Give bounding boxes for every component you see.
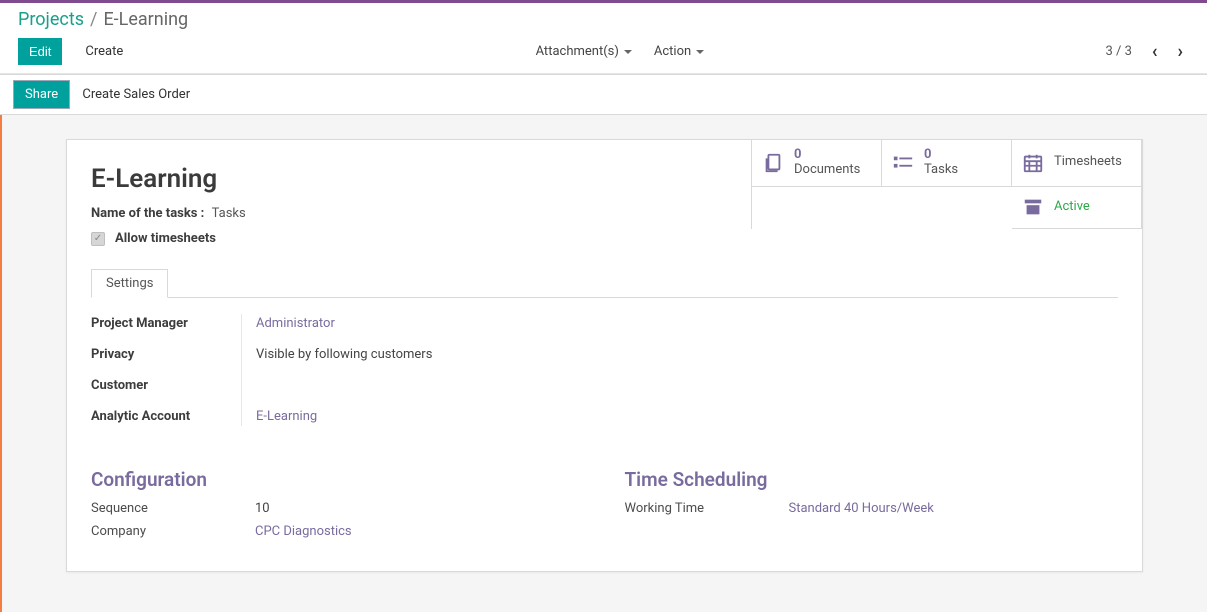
caret-down-icon bbox=[624, 50, 632, 54]
tasks-name-value: Tasks bbox=[212, 206, 246, 221]
stat-timesheets-label: Timesheets bbox=[1054, 155, 1122, 170]
project-manager-label: Project Manager bbox=[91, 312, 241, 335]
customer-value bbox=[255, 374, 571, 397]
tasks-icon bbox=[892, 154, 914, 172]
status-bar: Share Create Sales Order bbox=[0, 74, 1207, 115]
analytic-account-label: Analytic Account bbox=[91, 405, 241, 428]
control-bar: Edit Create Attachment(s) Action 3 / 3 ‹… bbox=[0, 34, 1207, 74]
customer-label: Customer bbox=[91, 374, 241, 397]
bottom-sections: Configuration Sequence 10 Company CPC Di… bbox=[91, 428, 1118, 539]
pager-text: 3 / 3 bbox=[1105, 44, 1131, 59]
privacy-value: Visible by following customers bbox=[255, 343, 571, 366]
settings-grid: Project Manager Administrator Privacy Vi… bbox=[91, 312, 571, 428]
caret-down-icon bbox=[696, 50, 704, 54]
breadcrumb-root[interactable]: Projects bbox=[18, 9, 84, 30]
company-value[interactable]: CPC Diagnostics bbox=[255, 524, 585, 539]
tab-settings[interactable]: Settings bbox=[91, 269, 168, 298]
working-time-label: Working Time bbox=[625, 501, 775, 516]
breadcrumb-bar: Projects / E-Learning bbox=[0, 3, 1207, 34]
create-button[interactable]: Create bbox=[74, 38, 134, 65]
stat-documents-label: Documents bbox=[794, 163, 860, 178]
edit-button[interactable]: Edit bbox=[18, 38, 62, 65]
stat-buttons: 0 Documents 0 Tasks Timesheets bbox=[751, 140, 1142, 229]
pager-next[interactable]: › bbox=[1172, 41, 1189, 62]
sequence-value: 10 bbox=[255, 501, 585, 516]
configuration-section: Configuration Sequence 10 Company CPC Di… bbox=[91, 428, 585, 539]
breadcrumb: Projects / E-Learning bbox=[18, 9, 1189, 34]
breadcrumb-sep: / bbox=[90, 9, 97, 30]
time-scheduling-section: Time Scheduling Working Time Standard 40… bbox=[625, 428, 1119, 539]
project-manager-value[interactable]: Administrator bbox=[255, 312, 571, 335]
stat-tasks-count: 0 bbox=[924, 148, 958, 163]
tabs: Settings bbox=[91, 268, 1118, 298]
privacy-label: Privacy bbox=[91, 343, 241, 366]
action-label: Action bbox=[654, 44, 691, 59]
attachments-label: Attachment(s) bbox=[536, 44, 619, 59]
create-sales-order-button[interactable]: Create Sales Order bbox=[72, 82, 200, 107]
allow-timesheets-label: Allow timesheets bbox=[115, 231, 216, 246]
stat-tasks[interactable]: 0 Tasks bbox=[882, 140, 1012, 187]
sequence-label: Sequence bbox=[91, 501, 241, 516]
stat-documents-count: 0 bbox=[794, 148, 860, 163]
stat-active[interactable]: Active bbox=[1012, 187, 1142, 229]
breadcrumb-current: E-Learning bbox=[103, 9, 188, 30]
archive-icon bbox=[1022, 197, 1044, 217]
allow-timesheets-row: ✓ Allow timesheets bbox=[91, 231, 1118, 246]
calendar-icon bbox=[1022, 152, 1044, 174]
stat-tasks-label: Tasks bbox=[924, 163, 958, 178]
stat-active-label: Active bbox=[1054, 200, 1090, 215]
pager-prev[interactable]: ‹ bbox=[1146, 41, 1164, 62]
action-dropdown[interactable]: Action bbox=[654, 44, 704, 59]
control-center: Attachment(s) Action bbox=[536, 44, 705, 59]
company-label: Company bbox=[91, 524, 241, 539]
time-scheduling-heading: Time Scheduling bbox=[625, 468, 1119, 491]
stat-documents[interactable]: 0 Documents bbox=[752, 140, 882, 187]
tasks-name-label: Name of the tasks : bbox=[91, 206, 204, 221]
analytic-account-value[interactable]: E-Learning bbox=[255, 405, 571, 428]
control-right: 3 / 3 ‹ › bbox=[1105, 41, 1189, 62]
form-sheet: 0 Documents 0 Tasks Timesheets bbox=[66, 139, 1143, 572]
checkbox-icon[interactable]: ✓ bbox=[91, 232, 105, 246]
attachments-dropdown[interactable]: Attachment(s) bbox=[536, 44, 632, 59]
working-time-value[interactable]: Standard 40 Hours/Week bbox=[789, 501, 1119, 516]
configuration-heading: Configuration bbox=[91, 468, 585, 491]
stat-timesheets[interactable]: Timesheets bbox=[1012, 140, 1142, 187]
documents-icon bbox=[762, 152, 784, 174]
page-wrap: 0 Documents 0 Tasks Timesheets bbox=[0, 115, 1207, 612]
share-button[interactable]: Share bbox=[14, 81, 69, 108]
